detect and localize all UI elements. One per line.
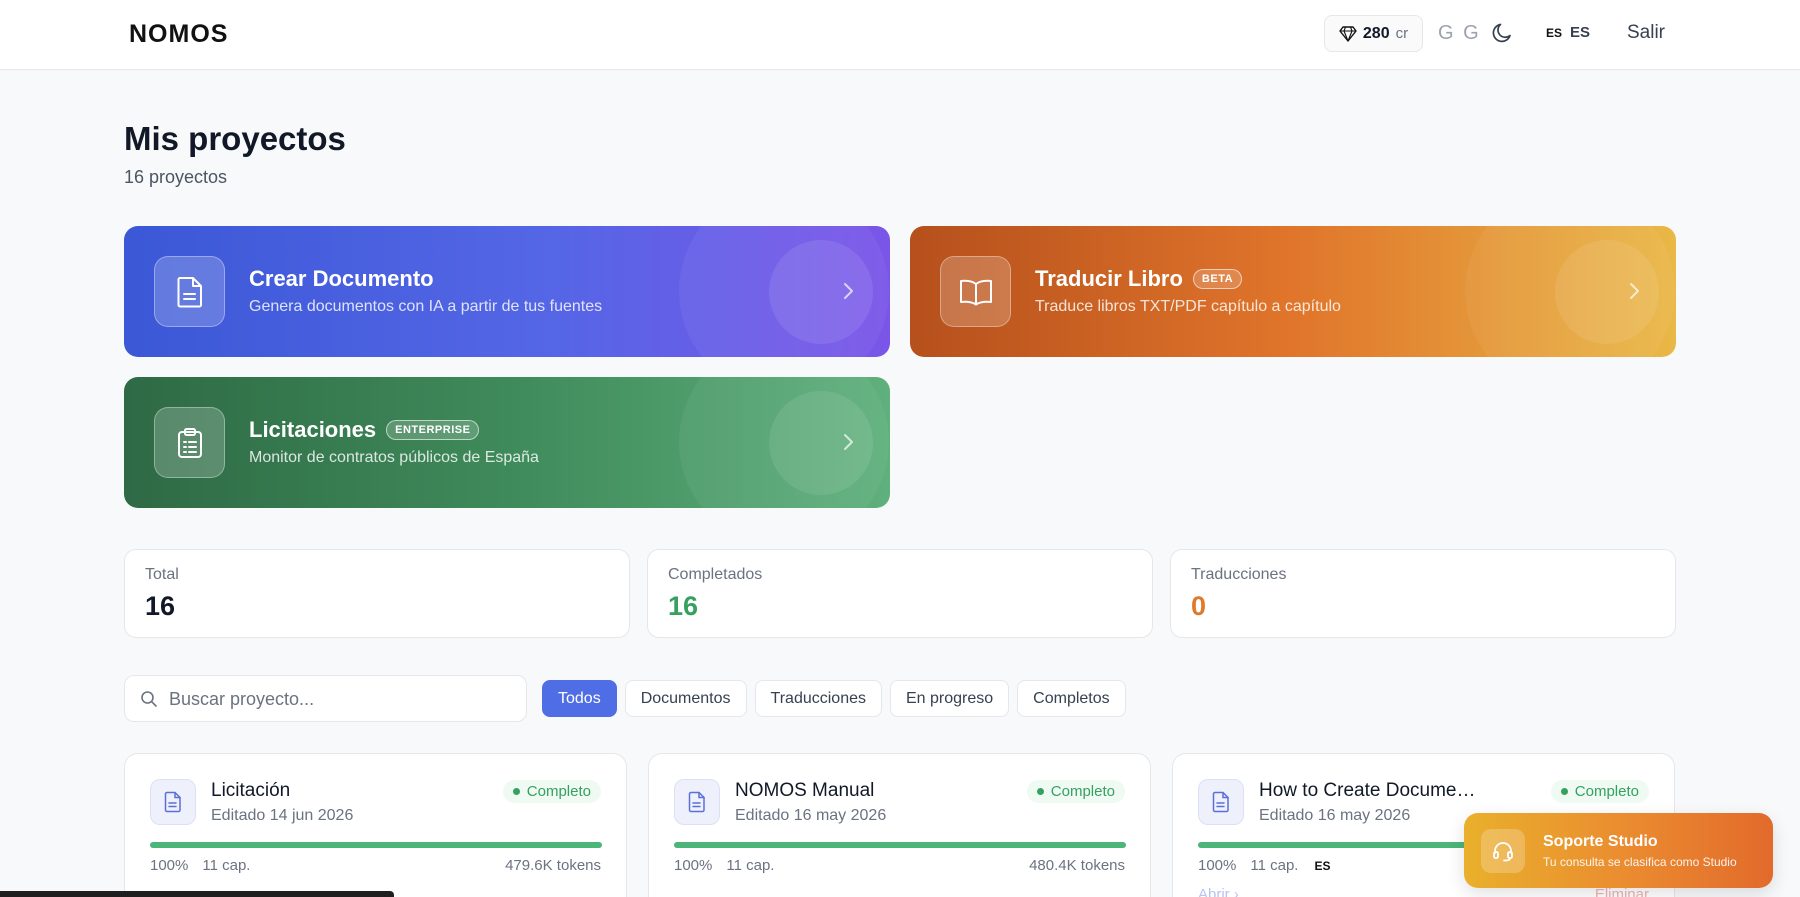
status-badge: Completo — [1550, 780, 1649, 803]
progress-fill — [150, 842, 602, 848]
status-label: Completo — [526, 783, 591, 800]
progress-percent: 100% — [674, 857, 713, 874]
support-icon-box — [1481, 829, 1525, 873]
support-title: Soporte Studio — [1543, 833, 1658, 850]
document-icon — [177, 276, 202, 307]
status-dot — [1560, 788, 1568, 795]
stat-translations: Traducciones 0 — [1170, 549, 1676, 638]
beta-badge: BETA — [1192, 269, 1243, 289]
card-title: Traducir Libro — [1035, 266, 1183, 291]
token-count: 479.6K tokens — [505, 857, 601, 874]
search-icon — [141, 691, 157, 707]
chevron-right-icon — [844, 434, 853, 450]
chevron-right-icon — [844, 283, 853, 299]
project-card[interactable]: NOMOS Manual Editado 16 may 2026 Complet… — [648, 753, 1151, 897]
app-logo[interactable]: NOMOS — [129, 20, 228, 49]
filter-complete[interactable]: Completos — [1017, 680, 1126, 717]
language-flag-code: ES — [1546, 26, 1563, 40]
stat-total: Total 16 — [124, 549, 630, 638]
stat-label: Traducciones — [1191, 566, 1287, 583]
card-icon-box — [940, 256, 1011, 327]
support-subtitle: Tu consulta se clasifica como Studio — [1543, 855, 1737, 869]
open-link[interactable]: Abrir › — [1198, 886, 1239, 897]
document-icon — [1212, 791, 1229, 813]
stat-value: 16 — [145, 591, 176, 621]
chapter-count: 11 cap. — [726, 857, 775, 874]
headset-icon — [1493, 842, 1513, 862]
chapter-count: 11 cap. — [1250, 857, 1299, 874]
document-icon — [164, 791, 181, 813]
card-title: Crear Documento — [249, 266, 434, 291]
language-code: ES — [1570, 24, 1591, 41]
status-badge: Completo — [502, 780, 601, 803]
project-count: 16 proyectos — [124, 167, 228, 187]
language-code: ES — [1314, 859, 1331, 873]
moon-icon[interactable] — [1490, 21, 1514, 45]
search-box — [124, 675, 527, 722]
project-title: Licitación — [211, 780, 291, 801]
stat-label: Total — [145, 566, 179, 583]
filter-translations[interactable]: Traducciones — [754, 680, 882, 717]
project-meta: 100% 11 cap. — [674, 857, 774, 874]
progress-bar — [674, 842, 1126, 848]
status-dot — [1036, 788, 1044, 795]
progress-bar — [150, 842, 602, 848]
book-icon — [959, 279, 992, 305]
card-description: Monitor de contratos públicos de España — [249, 449, 539, 466]
status-badge: Completo — [1026, 780, 1125, 803]
support-widget[interactable]: Soporte Studio Tu consulta se clasifica … — [1464, 813, 1773, 888]
card-description: Genera documentos con IA a partir de tus… — [249, 298, 603, 315]
chapter-count: 11 cap. — [202, 857, 251, 874]
filter-all[interactable]: Todos — [542, 680, 617, 717]
translate-book-card[interactable]: Traducir Libro BETA Traduce libros TXT/P… — [910, 226, 1676, 357]
stat-value: 16 — [668, 591, 699, 621]
card-icon-box — [154, 407, 225, 478]
credits-value: 280 — [1362, 24, 1390, 42]
search-input[interactable] — [169, 684, 509, 714]
progress-percent: 100% — [1198, 857, 1237, 874]
progress-fill — [674, 842, 1126, 848]
project-card[interactable]: Licitación Editado 14 jun 2026 Completo … — [124, 753, 627, 897]
project-meta: 100% 11 cap. ES — [1198, 857, 1330, 874]
clipboard-icon — [177, 427, 202, 458]
enterprise-badge: ENTERPRISE — [386, 420, 480, 440]
filter-in-progress[interactable]: En progreso — [889, 680, 1010, 717]
card-title: Licitaciones — [249, 417, 377, 442]
status-label: Completo — [1574, 783, 1639, 800]
filter-chips: Todos Documentos Traducciones En progres… — [542, 680, 1126, 717]
token-count: 480.4K tokens — [1029, 857, 1125, 874]
status-dot — [512, 788, 520, 795]
project-icon-box — [674, 779, 720, 825]
credits-badge[interactable]: 280 cr — [1324, 15, 1423, 52]
chevron-right-icon — [1630, 283, 1639, 299]
project-meta: 100% 11 cap. — [150, 857, 250, 874]
logout-button[interactable]: Salir — [1627, 22, 1665, 44]
project-edited: Editado 14 jun 2026 — [211, 807, 354, 824]
tenders-card[interactable]: Licitaciones ENTERPRISE Monitor de contr… — [124, 377, 890, 508]
document-icon — [688, 791, 705, 813]
card-icon-box — [154, 256, 225, 327]
card-description: Traduce libros TXT/PDF capítulo a capítu… — [1035, 298, 1341, 315]
credits-unit: cr — [1395, 25, 1409, 42]
user-initials[interactable]: G G — [1438, 22, 1481, 45]
bottom-toolbar-edge — [0, 891, 394, 897]
project-title: How to Create Documents with... — [1259, 780, 1479, 801]
language-switcher[interactable]: ES ES — [1546, 24, 1590, 41]
project-edited: Editado 16 may 2026 — [735, 807, 887, 824]
project-icon-box — [1198, 779, 1244, 825]
progress-percent: 100% — [150, 857, 189, 874]
stat-label: Completados — [668, 566, 763, 583]
status-label: Completo — [1050, 783, 1115, 800]
top-bar: NOMOS 280 cr G G ES ES Salir — [0, 0, 1800, 70]
stat-value: 0 — [1191, 591, 1207, 621]
stat-completed: Completados 16 — [647, 549, 1153, 638]
page-title: Mis proyectos — [124, 120, 346, 157]
project-edited: Editado 16 may 2026 — [1259, 807, 1411, 824]
create-document-card[interactable]: Crear Documento Genera documentos con IA… — [124, 226, 890, 357]
gem-icon — [1339, 25, 1357, 42]
project-icon-box — [150, 779, 196, 825]
project-title: NOMOS Manual — [735, 780, 875, 801]
filter-documents[interactable]: Documentos — [624, 680, 747, 717]
